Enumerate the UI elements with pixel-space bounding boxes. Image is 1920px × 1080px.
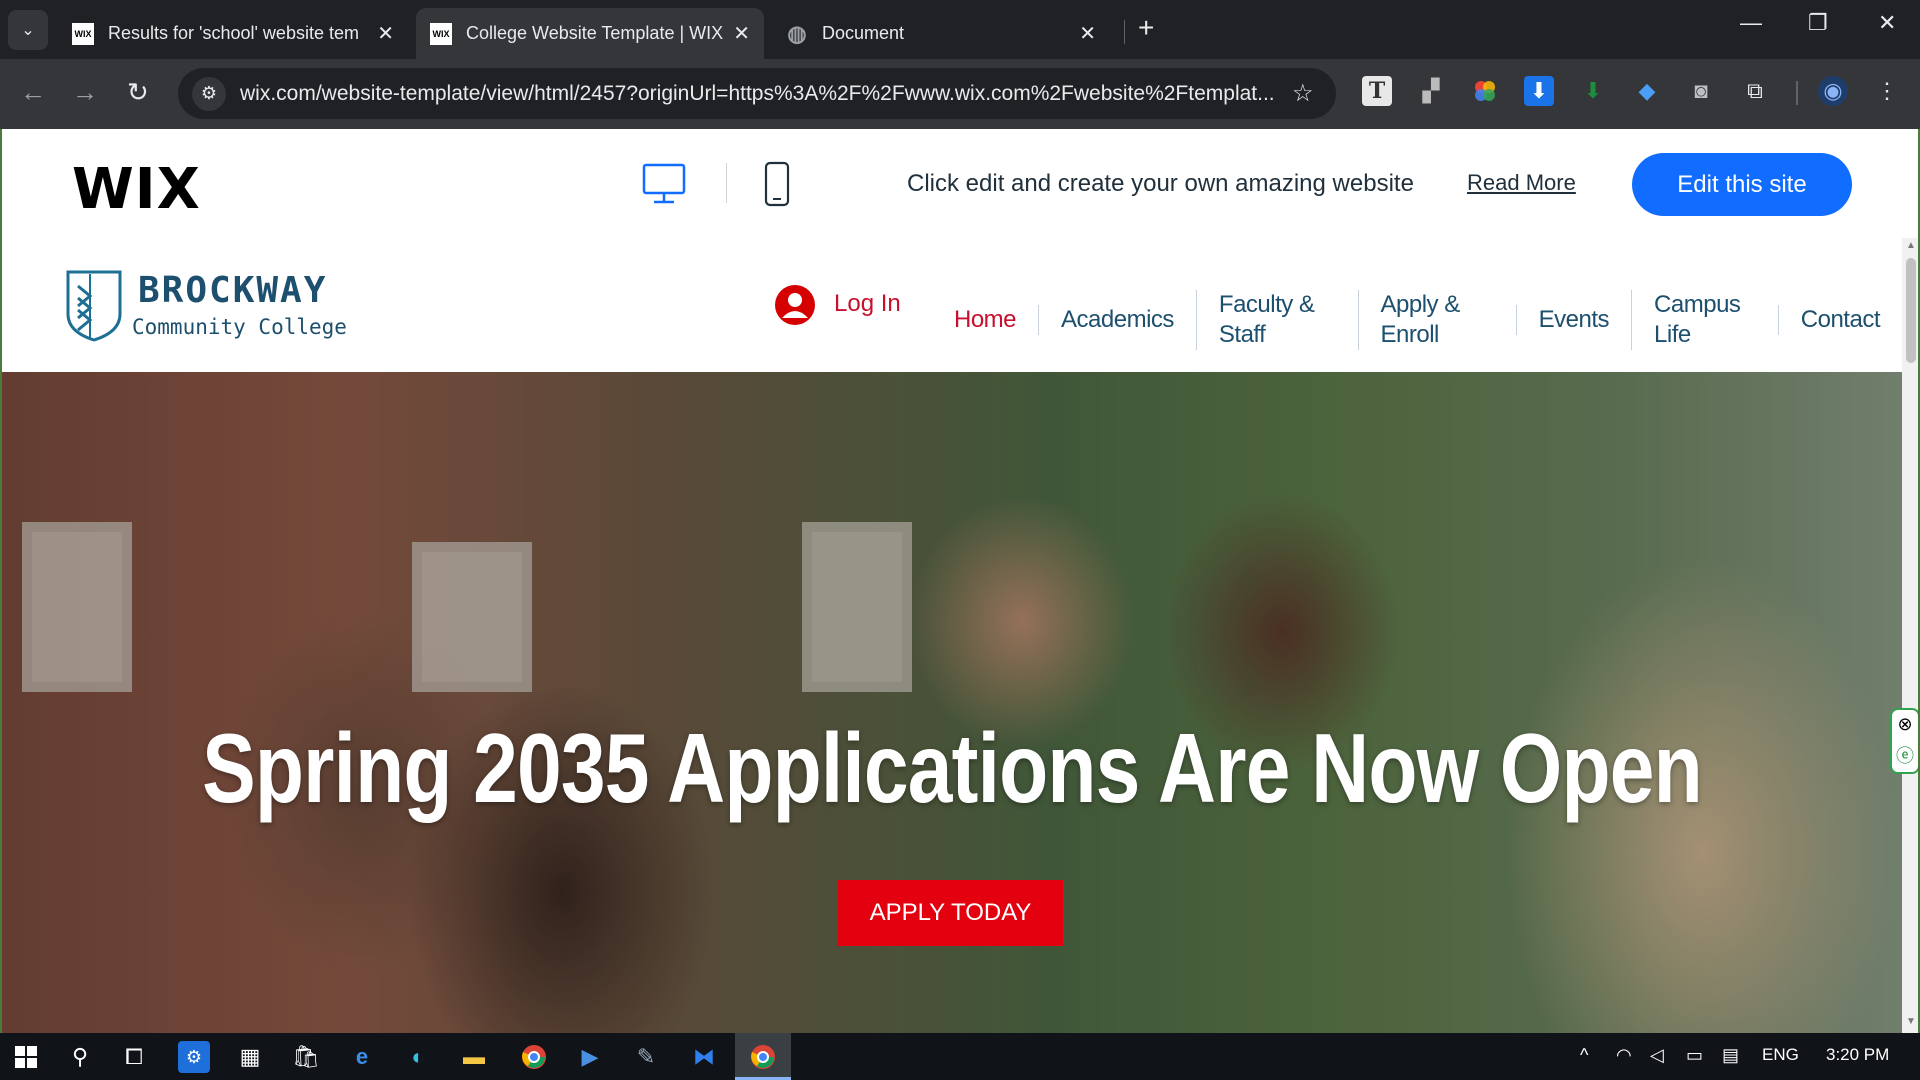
file-explorer-icon[interactable]: ▬ (458, 1041, 490, 1073)
edit-this-site-button[interactable]: Edit this site (1632, 153, 1852, 216)
store-app-icon[interactable]: 🛍 (290, 1041, 322, 1073)
browser-tab-bar: ⌄ WIX Results for 'school' website tem ✕… (0, 0, 1920, 59)
apply-today-button[interactable]: APPLY TODAY (838, 880, 1063, 946)
paint-app-icon[interactable]: ✎ (630, 1041, 662, 1073)
brockway-crest-logo[interactable] (64, 268, 124, 342)
globe-icon: ◍ (787, 20, 807, 46)
tab-title: College Website Template | WIX (466, 23, 724, 43)
side-widget[interactable]: ⊗ ⓔ (1890, 708, 1918, 774)
window-close-icon[interactable]: ✕ (1878, 10, 1896, 36)
vscode-app-icon[interactable]: ⧓ (688, 1041, 720, 1073)
media-player-icon[interactable]: ▶ (574, 1041, 606, 1073)
tab-title: Document (822, 23, 905, 43)
restore-icon[interactable]: ❐ (1808, 10, 1828, 36)
windows-start-icon[interactable] (10, 1041, 42, 1073)
tab-separator (1124, 20, 1125, 44)
edge-browser-icon[interactable]: ◐ (402, 1041, 434, 1073)
extensions-puzzle-icon[interactable]: ⧉ (1740, 76, 1770, 106)
ruler-extension-icon[interactable]: ▞ (1416, 76, 1446, 106)
profile-avatar-icon[interactable]: ◉ (1818, 76, 1848, 106)
windows-taskbar: ⚲ ⧠ ⚙ ▦ 🛍 e ◐ ▬ ▶ ✎ ⧓ ^ ◠ ◁ ▭ ▤ ENG 3:20… (0, 1033, 1920, 1080)
new-tab-plus-icon[interactable]: + (1138, 12, 1154, 44)
brand-name[interactable]: BROCKWAY (138, 270, 327, 311)
scroll-up-icon[interactable]: ▲ (1906, 240, 1916, 251)
reload-icon[interactable]: ↻ (127, 77, 149, 108)
close-icon[interactable]: ✕ (377, 21, 394, 46)
site-settings-icon[interactable]: ⚙ (192, 76, 226, 111)
camera-extension-icon[interactable]: ◙ (1686, 76, 1716, 106)
internet-explorer-icon[interactable]: e (346, 1041, 378, 1073)
search-icon[interactable]: ⚲ (64, 1041, 96, 1073)
tab-college-template[interactable]: WIX College Website Template | WIX ✕ (416, 8, 764, 59)
grammar-widget-icon[interactable]: ⓔ (1896, 742, 1914, 768)
download-extension-icon[interactable]: ⬇ (1524, 76, 1554, 106)
browser-toolbar: ← → ↻ ⚙ wix.com/website-template/view/ht… (0, 59, 1920, 129)
nav-item-apply-enroll[interactable]: Apply & Enroll (1357, 290, 1516, 350)
language-indicator[interactable]: ENG (1762, 1045, 1799, 1065)
more-menu-icon[interactable]: ⋮ (1872, 76, 1902, 106)
site-header: BROCKWAY Community College Log In Home A… (2, 238, 1902, 372)
tab-search-button[interactable]: ⌄ (8, 10, 48, 50)
clock-time[interactable]: 3:20 PM (1826, 1045, 1889, 1065)
chrome-app-icon[interactable] (518, 1041, 550, 1073)
desktop-view-icon[interactable] (642, 163, 686, 205)
page-scrollbar[interactable]: ▲ ▼ (1902, 238, 1918, 1033)
site-preview: BROCKWAY Community College Log In Home A… (0, 238, 1920, 1033)
forward-arrow-icon[interactable]: → (72, 77, 98, 108)
droplet-extension-icon[interactable]: ◆ (1632, 76, 1662, 106)
wix-logo[interactable]: WIX (72, 157, 201, 222)
nav-item-contact[interactable]: Contact (1777, 305, 1902, 335)
tab-results-school[interactable]: WIX Results for 'school' website tem ✕ (58, 8, 408, 59)
scroll-down-icon[interactable]: ▼ (1906, 1016, 1916, 1027)
close-icon[interactable]: ✕ (1079, 21, 1096, 46)
color-picker-extension-icon[interactable] (1470, 76, 1500, 106)
wix-favicon-icon: WIX (72, 22, 94, 45)
close-icon[interactable]: ✕ (733, 21, 750, 46)
read-more-link[interactable]: Read More (1467, 170, 1576, 196)
minimize-icon[interactable]: — (1740, 10, 1762, 36)
nav-item-campus-life[interactable]: Campus Life (1631, 290, 1778, 350)
text-extension-icon[interactable]: T (1362, 76, 1392, 106)
close-circle-icon[interactable]: ⊗ (1897, 714, 1912, 735)
tab-title: Results for 'school' website tem (108, 23, 359, 43)
nav-item-events[interactable]: Events (1515, 305, 1631, 335)
notification-icon[interactable]: ▤ (1722, 1045, 1739, 1066)
promo-text: Click edit and create your own amazing w… (907, 170, 1414, 197)
active-chrome-taskbar-slot[interactable] (735, 1033, 791, 1080)
bookmark-star-icon[interactable]: ☆ (1292, 79, 1314, 108)
green-download-extension-icon[interactable]: ⬇ (1578, 76, 1608, 106)
chevron-down-icon: ⌄ (21, 22, 35, 39)
brand-subtitle: Community College (132, 315, 347, 339)
settings-app-icon[interactable]: ⚙ (178, 1041, 210, 1073)
tab-document[interactable]: ◍ Document ✕ (772, 8, 1110, 59)
address-bar[interactable]: ⚙ wix.com/website-template/view/html/245… (178, 68, 1336, 119)
device-divider (726, 163, 727, 203)
chrome-app-icon[interactable] (747, 1041, 779, 1073)
scroll-thumb[interactable] (1906, 258, 1916, 363)
wix-favicon-icon: WIX (430, 22, 452, 45)
toolbar-separator (1796, 81, 1798, 105)
nav-item-faculty-staff[interactable]: Faculty & Staff (1195, 290, 1358, 350)
main-navigation: Home Academics Faculty & Staff Apply & E… (932, 290, 1902, 350)
battery-icon[interactable]: ▭ (1686, 1045, 1703, 1066)
user-avatar-icon[interactable] (774, 284, 816, 326)
nav-item-academics[interactable]: Academics (1038, 305, 1196, 335)
calculator-app-icon[interactable]: ▦ (234, 1041, 266, 1073)
wifi-icon[interactable]: ◠ (1616, 1045, 1632, 1066)
url-text[interactable]: wix.com/website-template/view/html/2457?… (240, 82, 1280, 106)
tray-chevron-up-icon[interactable]: ^ (1580, 1045, 1588, 1066)
nav-item-home[interactable]: Home (932, 305, 1038, 335)
wix-preview-bar: WIX Click edit and create your own amazi… (0, 129, 1920, 238)
task-view-icon[interactable]: ⧠ (118, 1041, 150, 1073)
login-link[interactable]: Log In (834, 290, 901, 318)
mobile-view-icon[interactable] (764, 161, 790, 207)
volume-icon[interactable]: ◁ (1650, 1045, 1664, 1066)
hero-title: Spring 2035 Applications Are Now Open (202, 713, 1703, 823)
back-arrow-icon[interactable]: ← (20, 77, 46, 108)
